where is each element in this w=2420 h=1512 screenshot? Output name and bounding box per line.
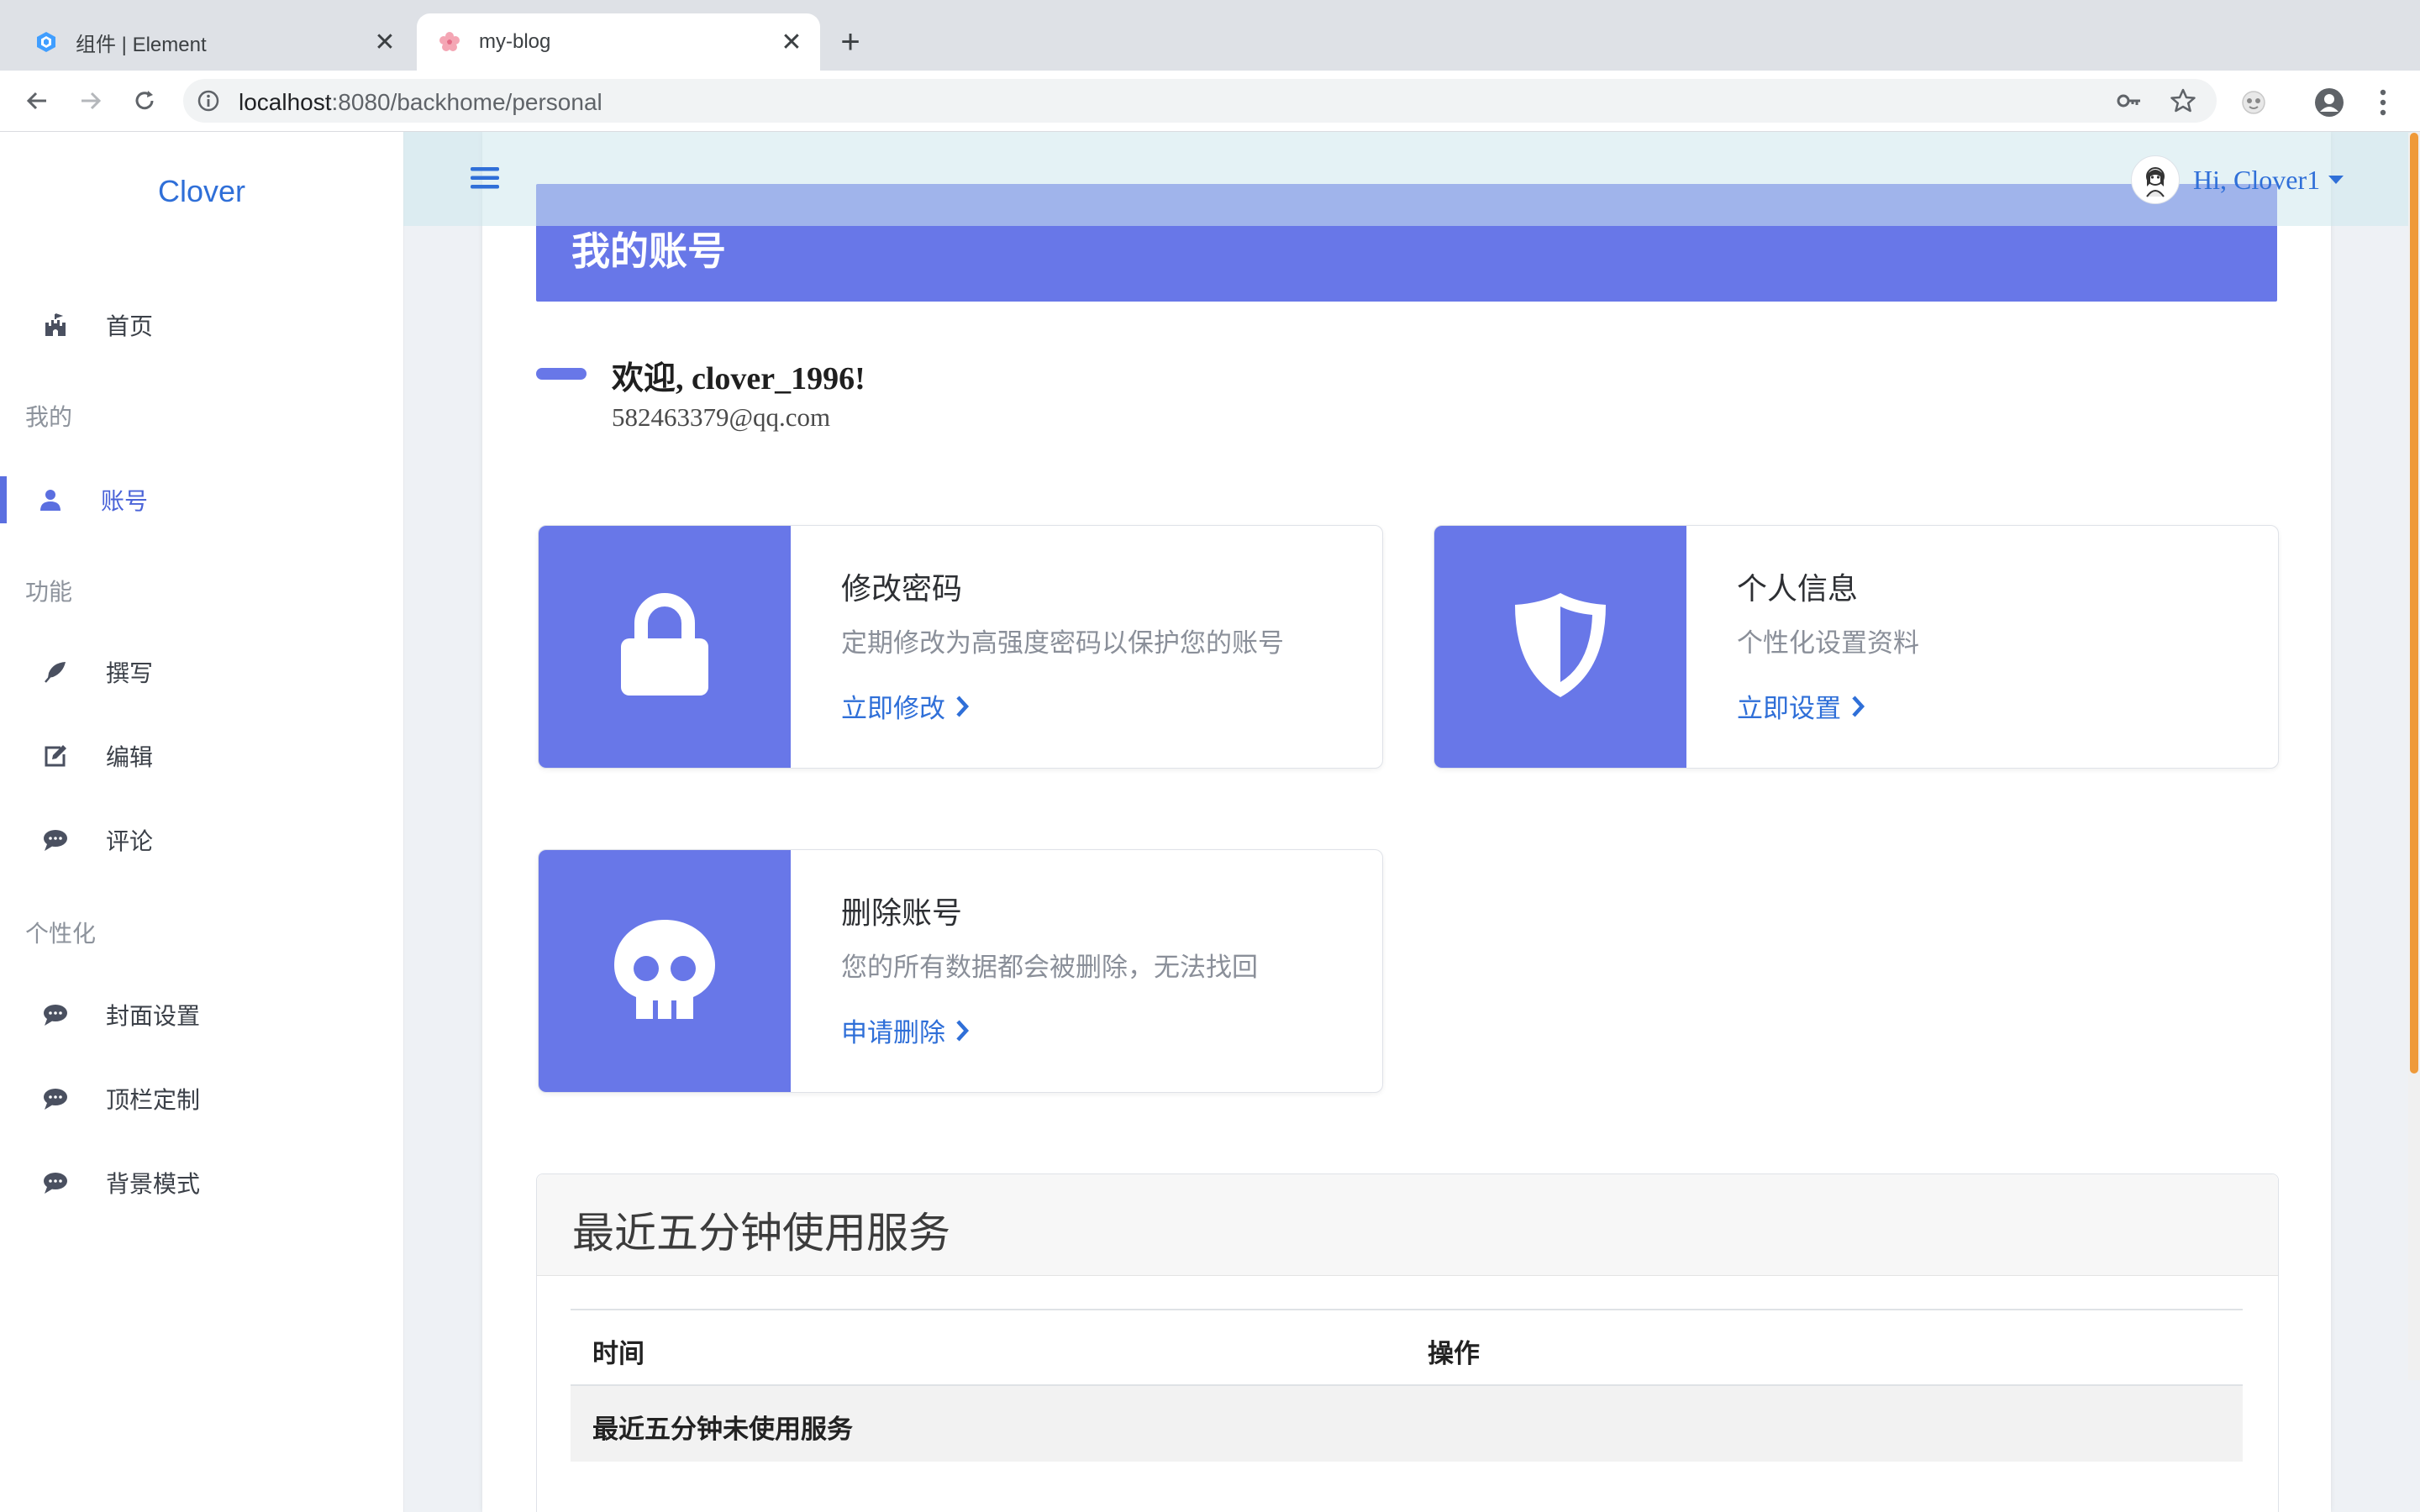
tab-title: 组件 | Element [76, 33, 207, 56]
panel-title: 最近五分钟使用服务 [572, 1210, 950, 1257]
new-tab-button[interactable]: + [832, 24, 869, 60]
url-text: localhost:8080/backhome/personal [239, 89, 602, 115]
avatar[interactable] [2131, 155, 2180, 204]
browser-toolbar: localhost:8080/backhome/personal [0, 71, 2420, 132]
card-delete-account: 删除账号 您的所有数据都会被删除，无法找回 申请删除 [538, 849, 1383, 1093]
section-label-features: 功能 [25, 579, 73, 605]
hamburger-menu-icon[interactable] [471, 165, 499, 191]
caret-down-icon[interactable] [2328, 176, 2344, 184]
info-icon[interactable] [197, 89, 220, 113]
section-label-personalize: 个性化 [25, 921, 97, 947]
sidebar-item-account[interactable]: 账号 [0, 466, 403, 533]
sidebar-item-label: 账号 [101, 488, 149, 514]
welcome-text: 欢迎, clover_1996! [612, 361, 865, 396]
card-title: 个人信息 [1737, 571, 1859, 606]
comment-icon [40, 1000, 71, 1030]
reload-icon[interactable] [128, 84, 161, 118]
card-description: 您的所有数据都会被删除，无法找回 [841, 953, 1258, 982]
section-label-mine: 我的 [25, 404, 73, 430]
tab-my-blog[interactable]: my-blog ✕ [417, 13, 820, 71]
more-vert-icon[interactable] [2366, 86, 2400, 119]
card-change-password: 修改密码 定期修改为高强度密码以保护您的账号 立即修改 [538, 525, 1383, 769]
recent-services-panel: 最近五分钟使用服务 时间 操作 最近五分钟未使用服务 [536, 1173, 2279, 1512]
sidebar: Clover 首页 我的 账号 功能 撰写 编辑 评论 个性化 封面设置 顶栏定… [0, 132, 404, 1512]
card-icon-panel [539, 526, 791, 768]
tab-title: my-blog [479, 30, 551, 53]
column-header-time: 时间 [592, 1339, 644, 1368]
shield-icon [1512, 591, 1609, 703]
scrollbar-thumb[interactable] [2410, 133, 2418, 1074]
key-icon[interactable] [2116, 87, 2143, 114]
delete-account-link[interactable]: 申请删除 [841, 1011, 971, 1049]
extension-icon[interactable] [2237, 86, 2270, 119]
sidebar-item-edit[interactable]: 编辑 [0, 722, 403, 790]
sidebar-item-cover-settings[interactable]: 封面设置 [0, 981, 403, 1048]
card-icon-panel [539, 850, 791, 1092]
sidebar-item-label: 编辑 [106, 744, 154, 770]
sidebar-item-topbar-custom[interactable]: 顶栏定制 [0, 1065, 403, 1132]
profile-icon[interactable] [2312, 86, 2346, 119]
page: Clover 首页 我的 账号 功能 撰写 编辑 评论 个性化 封面设置 顶栏定… [0, 132, 2420, 1512]
tab-element[interactable]: 组件 | Element ✕ [13, 13, 413, 71]
greeting[interactable]: Hi, Clover1 [2193, 165, 2320, 196]
change-password-link[interactable]: 立即修改 [841, 687, 971, 725]
card-title: 修改密码 [841, 571, 963, 606]
column-header-action: 操作 [1428, 1339, 1480, 1368]
skull-icon [613, 918, 717, 1025]
close-icon[interactable]: ✕ [775, 25, 808, 59]
card-description: 个性化设置资料 [1737, 628, 1919, 658]
comment-icon [40, 1084, 71, 1114]
personal-info-link[interactable]: 立即设置 [1737, 687, 1866, 725]
star-icon[interactable] [2170, 87, 2196, 114]
sidebar-item-label: 顶栏定制 [106, 1087, 201, 1113]
sakura-icon [437, 29, 462, 55]
card-title: 删除账号 [841, 895, 963, 930]
empty-state-text: 最近五分钟未使用服务 [592, 1415, 853, 1444]
sidebar-item-comments[interactable]: 评论 [0, 806, 403, 874]
back-arrow-icon[interactable] [20, 84, 54, 118]
user-email: 582463379@qq.com [612, 402, 831, 432]
close-icon[interactable]: ✕ [368, 25, 402, 59]
sidebar-item-label: 评论 [106, 828, 154, 854]
user-icon [35, 485, 66, 515]
forward-arrow-icon[interactable] [74, 84, 108, 118]
comment-icon [40, 825, 71, 855]
brand-logo[interactable]: Clover [0, 174, 403, 209]
sidebar-item-background-mode[interactable]: 背景模式 [0, 1149, 403, 1216]
chevron-right-icon [956, 1019, 970, 1042]
card-description: 定期修改为高强度密码以保护您的账号 [841, 628, 1284, 658]
page-title: 我的账号 [571, 229, 726, 273]
user-menu[interactable]: Hi, Clover1 [2131, 155, 2344, 204]
lock-icon [619, 592, 710, 701]
sidebar-item-write[interactable]: 撰写 [0, 638, 403, 706]
sidebar-item-label: 首页 [106, 313, 154, 339]
chevron-right-icon [1852, 695, 1865, 717]
edit-icon [40, 741, 71, 771]
browser-window: 组件 | Element ✕ my-blog ✕ + localhost:808… [0, 0, 2420, 1512]
sidebar-item-label: 背景模式 [106, 1171, 201, 1197]
castle-icon [40, 310, 71, 340]
address-bar[interactable]: localhost:8080/backhome/personal [183, 79, 2217, 123]
card-icon-panel [1434, 526, 1686, 768]
sidebar-item-label: 封面设置 [106, 1003, 201, 1029]
chevron-right-icon [956, 695, 970, 717]
welcome-accent-bar [536, 368, 587, 380]
scrollbar[interactable] [2408, 133, 2420, 1380]
element-logo-icon [34, 29, 59, 55]
top-bar [403, 132, 2412, 226]
card-personal-info: 个人信息 个性化设置资料 立即设置 [1434, 525, 2279, 769]
sidebar-item-home[interactable]: 首页 [0, 291, 403, 359]
tab-strip: 组件 | Element ✕ my-blog ✕ + [0, 0, 2420, 71]
panel-header: 最近五分钟使用服务 [537, 1174, 2278, 1276]
table-divider [571, 1309, 2243, 1310]
feather-icon [40, 657, 71, 687]
table-row: 最近五分钟未使用服务 [571, 1384, 2243, 1462]
comment-icon [40, 1168, 71, 1198]
sidebar-item-label: 撰写 [106, 660, 154, 686]
